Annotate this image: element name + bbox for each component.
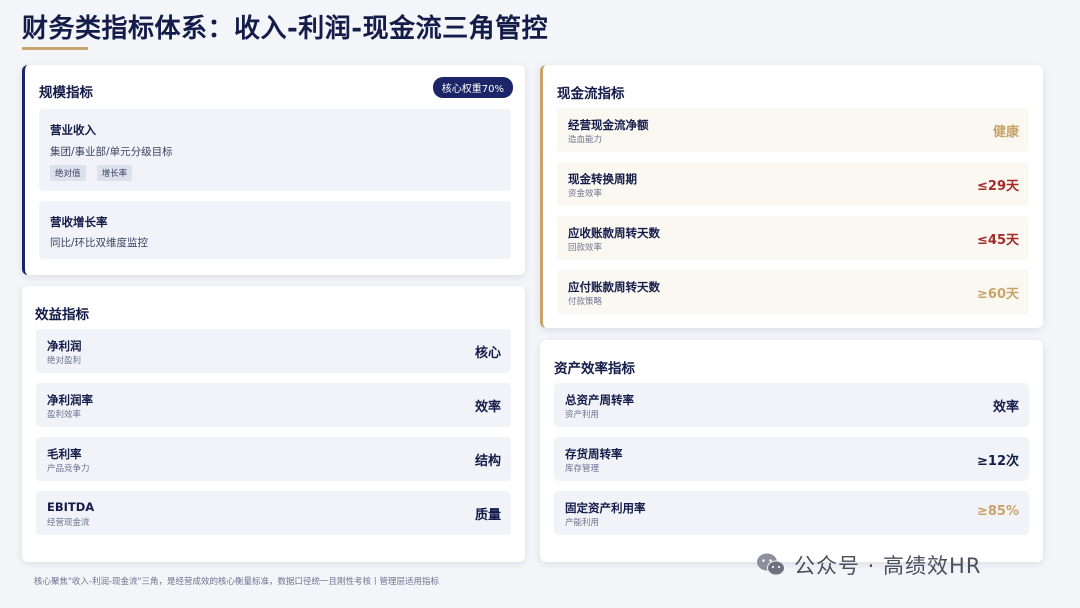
benefit-row: 净利润率 盈利效率 效率 [36,383,511,427]
wechat-icon [756,552,786,578]
benefit-row: 毛利率 产品竞争力 结构 [36,437,511,481]
revenue-growth-block: 营收增长率 同比/环比双维度监控 [39,201,511,259]
row-sub: 产能利用 [565,518,600,528]
asset-row: 总资产周转率 资产利用 效率 [554,383,1029,427]
scale-card-title: 规模指标 [39,85,93,101]
row-name: 现金转换周期 [568,172,637,186]
cashflow-row: 应付账款周转天数 付款策略 ≥60天 [557,270,1029,314]
asset-row: 固定资产利用率 产能利用 ≥85% [554,491,1029,535]
row-value: 效率 [474,400,501,415]
cashflow-row: 经营现金流净额 造血能力 健康 [557,108,1029,152]
title-underline [22,47,88,50]
row-name: 应付账款周转天数 [568,280,660,294]
row-name: EBITDA [47,500,95,514]
asset-row: 存货周转率 库存管理 ≥12次 [554,437,1029,481]
row-sub: 资产利用 [565,410,600,420]
row-value: ≤29天 [977,179,1019,194]
row-name: 经营现金流净额 [568,118,649,132]
row-value: 质量 [474,508,501,523]
tag-absolute: 绝对值 [50,165,86,181]
row-name: 固定资产利用率 [565,501,646,515]
row-sub: 产品竞争力 [47,464,90,474]
cashflow-card: 现金流指标 经营现金流净额 造血能力 健康 现金转换周期 资金效率 ≤29天 应… [540,65,1043,328]
scale-card: 规模指标 核心权重70% 营业收入 集团/事业部/单元分级目标 绝对值 增长率 … [22,65,525,275]
row-sub: 造血能力 [568,135,603,145]
row-value: 核心 [474,346,501,361]
benefit-row: EBITDA 经营现金流 质量 [36,491,511,535]
row-sub: 付款策略 [568,297,603,307]
row-value: 结构 [474,454,501,469]
benefit-row: 净利润 绝对盈利 核心 [36,329,511,373]
row-sub: 库存管理 [565,464,600,474]
row-sub: 盈利效率 [47,410,82,420]
page-title: 财务类指标体系：收入-利润-现金流三角管控 [22,14,549,44]
revenue-growth-name: 营收增长率 [50,215,108,229]
row-value: ≥60天 [977,287,1019,302]
watermark-text: 公众号 · 高绩效HR [794,554,982,578]
row-value: ≥85% [976,504,1019,519]
asset-card-title: 资产效率指标 [554,361,635,377]
row-sub: 回款效率 [568,243,603,253]
row-value: 效率 [992,400,1019,415]
row-name: 净利润率 [47,393,93,407]
row-name: 总资产周转率 [565,393,634,407]
revenue-block: 营业收入 集团/事业部/单元分级目标 绝对值 增长率 [39,109,511,191]
weight-badge: 核心权重70% [432,77,513,98]
revenue-growth-desc: 同比/环比双维度监控 [50,237,149,249]
row-value: ≤45天 [977,233,1019,248]
watermark: 公众号 · 高绩效HR [756,550,981,580]
row-sub: 经营现金流 [47,518,90,528]
row-value: ≥12次 [977,454,1019,469]
revenue-tags: 绝对值 增长率 [50,161,138,181]
cashflow-row: 现金转换周期 资金效率 ≤29天 [557,162,1029,206]
revenue-name: 营业收入 [50,123,96,137]
row-name: 存货周转率 [565,447,623,461]
row-name: 毛利率 [47,447,82,461]
benefit-card: 效益指标 净利润 绝对盈利 核心 净利润率 盈利效率 效率 毛利率 产品竞争力 … [22,286,525,562]
row-value: 健康 [992,125,1019,140]
row-sub: 绝对盈利 [47,356,82,366]
row-name: 应收账款周转天数 [568,226,660,240]
tag-growth: 增长率 [96,165,133,181]
benefit-card-title: 效益指标 [35,307,89,323]
cashflow-card-title: 现金流指标 [557,86,625,102]
row-sub: 资金效率 [568,189,603,199]
footer-note: 核心聚焦"收入-利润-现金流"三角，是经营成效的核心衡量标准，数据口径统一且刚性… [34,577,439,587]
cashflow-row: 应收账款周转天数 回款效率 ≤45天 [557,216,1029,260]
asset-efficiency-card: 资产效率指标 总资产周转率 资产利用 效率 存货周转率 库存管理 ≥12次 固定… [540,340,1043,562]
row-name: 净利润 [47,339,82,353]
revenue-desc: 集团/事业部/单元分级目标 [50,146,173,158]
